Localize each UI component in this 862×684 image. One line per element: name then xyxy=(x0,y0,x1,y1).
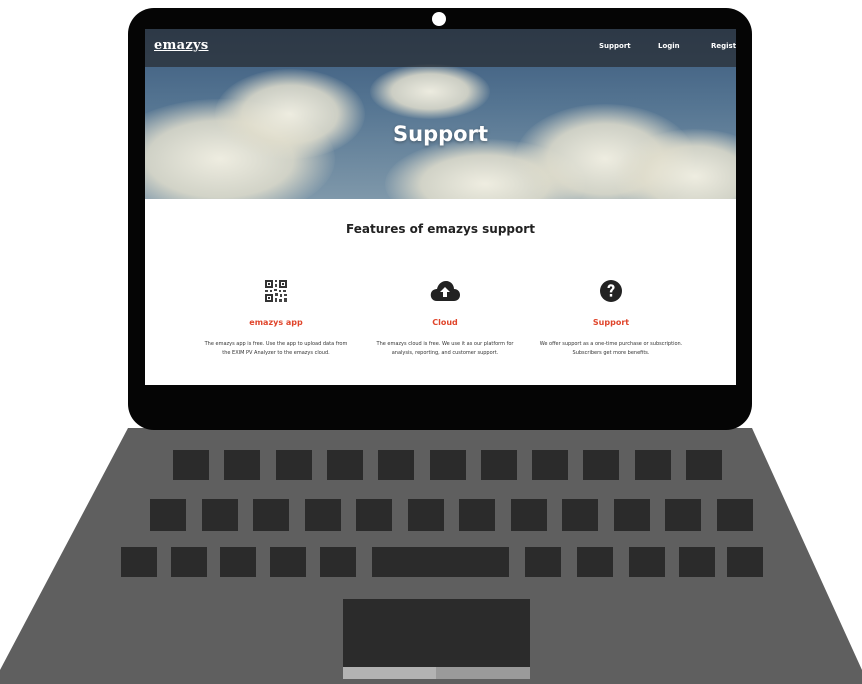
top-navbar: emazys Support Login Registr xyxy=(145,29,736,67)
feature-title: emazys app xyxy=(249,318,303,327)
features-heading: Features of emazys support xyxy=(346,222,535,236)
feature-description: We offer support as a one-time purchase … xyxy=(539,341,683,356)
keyboard-key[interactable] xyxy=(171,547,207,577)
nav-link-support[interactable]: Support xyxy=(599,42,631,50)
keyboard-key[interactable] xyxy=(372,547,509,577)
keyboard-key[interactable] xyxy=(429,450,466,480)
hero-banner: emazys Support Login Registr Support xyxy=(145,29,736,199)
keyboard-key[interactable] xyxy=(480,450,517,480)
touchpad-left-button[interactable] xyxy=(343,667,436,679)
keyboard-key[interactable] xyxy=(378,450,415,480)
feature-description: The emazys app is free. Use the app to u… xyxy=(204,341,348,356)
keyboard-key[interactable] xyxy=(665,499,701,531)
touchpad[interactable] xyxy=(343,599,530,667)
keyboard-key[interactable] xyxy=(220,547,256,577)
keyboard-key[interactable] xyxy=(201,499,238,531)
nav-link-register[interactable]: Registr xyxy=(711,42,736,50)
question-circle-icon xyxy=(600,280,622,302)
feature-card-cloud: Cloud The emazys cloud is free. We use i… xyxy=(365,277,525,357)
keyboard-key[interactable] xyxy=(150,499,186,531)
keyboard-key[interactable] xyxy=(532,450,569,480)
keyboard-key[interactable] xyxy=(583,450,620,480)
qr-code-icon xyxy=(264,279,288,303)
keyboard-key[interactable] xyxy=(356,499,392,531)
keyboard-key[interactable] xyxy=(173,450,209,480)
keyboard-key[interactable] xyxy=(270,547,306,577)
keyboard-key[interactable] xyxy=(686,450,722,480)
cloud-upload-icon xyxy=(430,281,460,301)
keyboard-key[interactable] xyxy=(629,547,665,577)
browser-viewport: emazys Support Login Registr Support Fea… xyxy=(145,29,736,385)
keyboard-key[interactable] xyxy=(716,499,753,531)
keyboard-key[interactable] xyxy=(407,499,444,531)
feature-card-support: Support We offer support as a one-time p… xyxy=(531,277,691,357)
feature-description: The emazys cloud is free. We use it as o… xyxy=(376,341,514,356)
keyboard-key[interactable] xyxy=(727,547,763,577)
keyboard-key[interactable] xyxy=(275,450,312,480)
keyboard-key[interactable] xyxy=(577,547,613,577)
feature-title: Cloud xyxy=(432,318,458,327)
keyboard-key[interactable] xyxy=(121,547,157,577)
nav-link-login[interactable]: Login xyxy=(658,42,680,50)
touchpad-right-button[interactable] xyxy=(436,667,530,679)
page-title: Support xyxy=(393,122,488,146)
feature-title: Support xyxy=(592,318,630,327)
keyboard-key[interactable] xyxy=(525,547,561,577)
keyboard-key[interactable] xyxy=(459,499,495,531)
cloud-decoration xyxy=(370,64,490,119)
keyboard-key[interactable] xyxy=(562,499,598,531)
feature-card-app: emazys app The emazys app is free. Use t… xyxy=(196,277,356,357)
keyboard-key[interactable] xyxy=(510,499,547,531)
keyboard-key[interactable] xyxy=(613,499,650,531)
site-logo[interactable]: emazys xyxy=(154,38,209,53)
keyboard-key[interactable] xyxy=(253,499,289,531)
keyboard-key[interactable] xyxy=(320,547,356,577)
keyboard-key[interactable] xyxy=(679,547,715,577)
keyboard-key[interactable] xyxy=(304,499,341,531)
webcam xyxy=(432,12,446,26)
keyboard-key[interactable] xyxy=(326,450,363,480)
keyboard-key[interactable] xyxy=(224,450,261,480)
keyboard-key[interactable] xyxy=(634,450,671,480)
